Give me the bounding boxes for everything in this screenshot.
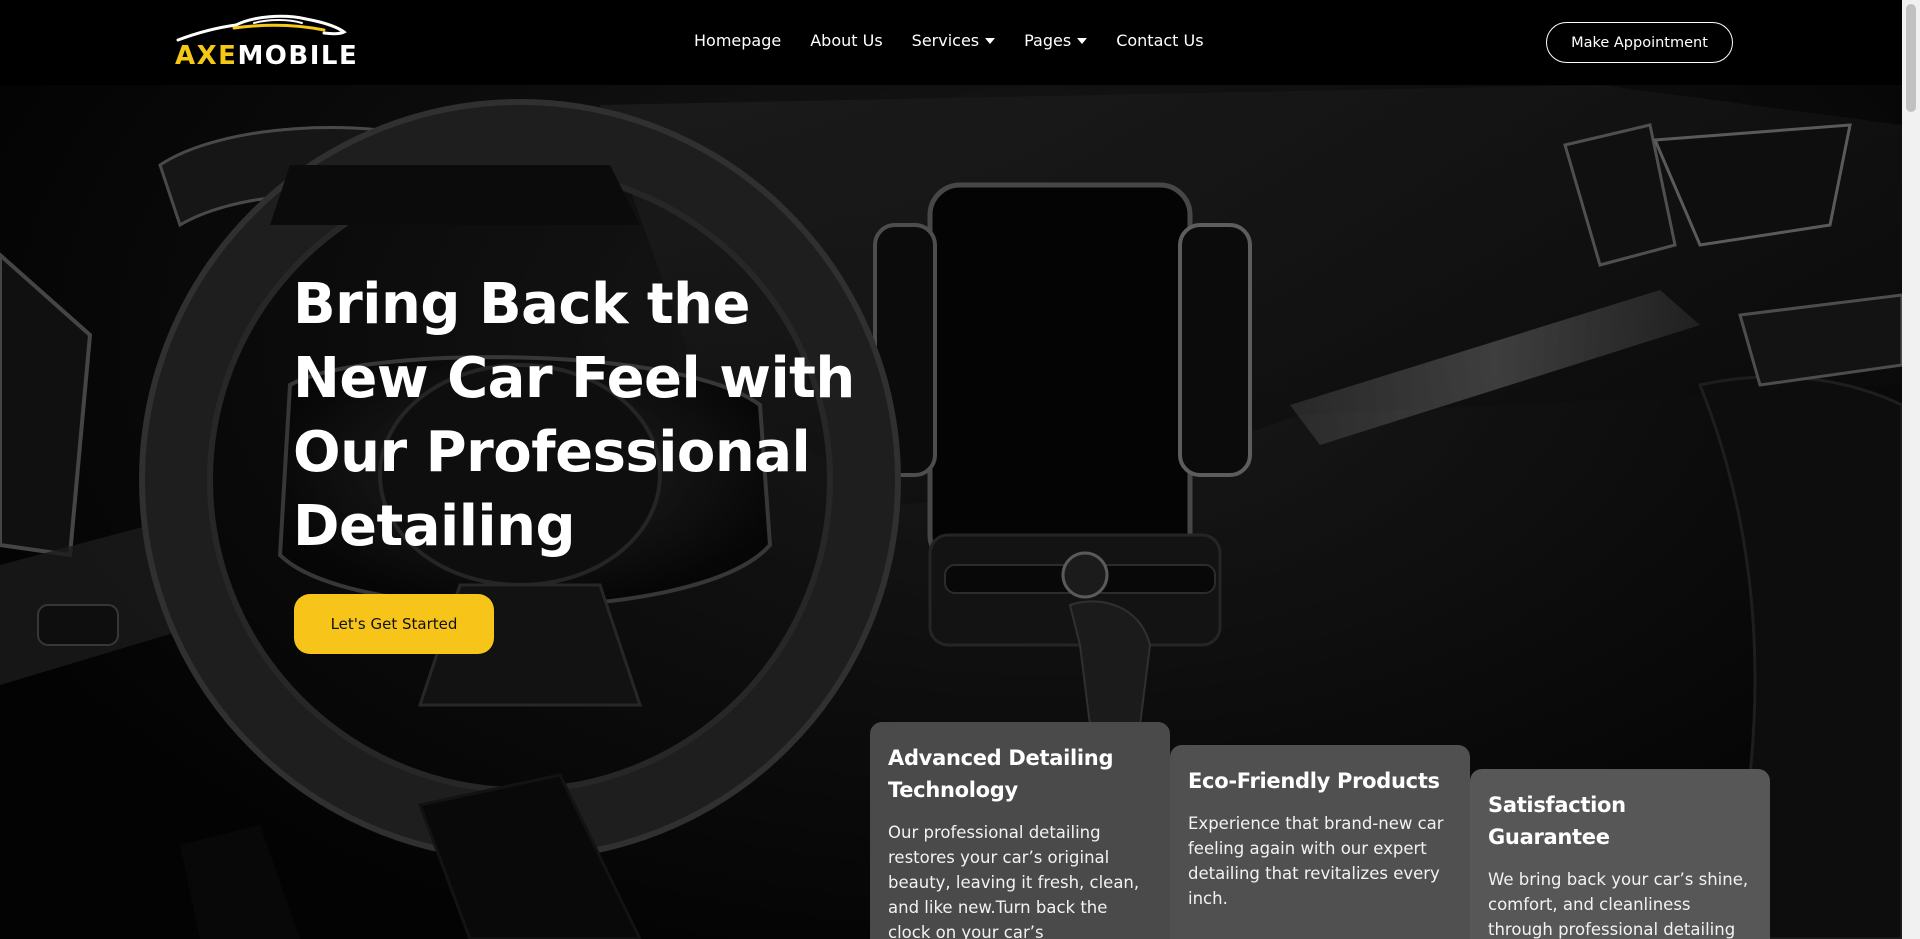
feature-card-text: Experience that brand-new car feeling ag…	[1188, 814, 1444, 908]
feature-card-title: Satisfaction Guarantee	[1488, 793, 1626, 849]
nav-homepage[interactable]: Homepage	[694, 31, 781, 50]
logo-wordmark: AXEMOBILE	[175, 43, 358, 69]
logo-text-accent: AXE	[175, 41, 238, 71]
feature-card-title: Eco-Friendly Products	[1188, 769, 1440, 793]
nav-services[interactable]: Services	[911, 31, 996, 50]
page-scrollbar[interactable]	[1902, 0, 1920, 939]
nav-contact-us-label: Contact Us	[1116, 31, 1204, 50]
brand-logo[interactable]: AXEMOBILE	[174, 14, 357, 70]
feature-card-text: We bring back your car’s shine, comfort,…	[1488, 870, 1749, 939]
main-nav: Homepage About Us Services Pages Contact…	[694, 31, 1233, 50]
nav-homepage-label: Homepage	[694, 31, 782, 50]
logo-text-main: MOBILE	[237, 41, 359, 71]
site-header: AXEMOBILE Homepage About Us Services Pag…	[0, 0, 1902, 85]
make-appointment-button[interactable]: Make Appointment	[1546, 22, 1733, 63]
caret-down-icon	[1077, 37, 1088, 44]
caret-down-icon	[985, 37, 996, 44]
car-silhouette-icon	[176, 14, 347, 42]
feature-card-eco-friendly: Eco-Friendly Products Experience that br…	[1170, 745, 1470, 939]
get-started-button[interactable]: Let's Get Started	[294, 594, 494, 654]
nav-about-us-label: About Us	[810, 31, 883, 50]
feature-card-satisfaction: Satisfaction Guarantee We bring back you…	[1470, 769, 1770, 939]
feature-card-text: Our professional detailing restores your…	[888, 823, 1140, 939]
hero-section: Bring Back the New Car Feel with Our Pro…	[0, 85, 1902, 939]
hero-title: Bring Back the New Car Feel with Our Pro…	[293, 272, 855, 559]
nav-services-label: Services	[911, 31, 980, 50]
nav-pages[interactable]: Pages	[1024, 31, 1088, 50]
feature-card-title: Advanced Detailing Technology	[888, 746, 1114, 802]
scrollbar-thumb[interactable]	[1906, 4, 1916, 112]
nav-about-us[interactable]: About Us	[810, 31, 882, 50]
nav-contact-us[interactable]: Contact Us	[1116, 31, 1203, 50]
feature-card-advanced-detailing: Advanced Detailing Technology Our profes…	[870, 722, 1170, 939]
nav-pages-label: Pages	[1024, 31, 1072, 50]
